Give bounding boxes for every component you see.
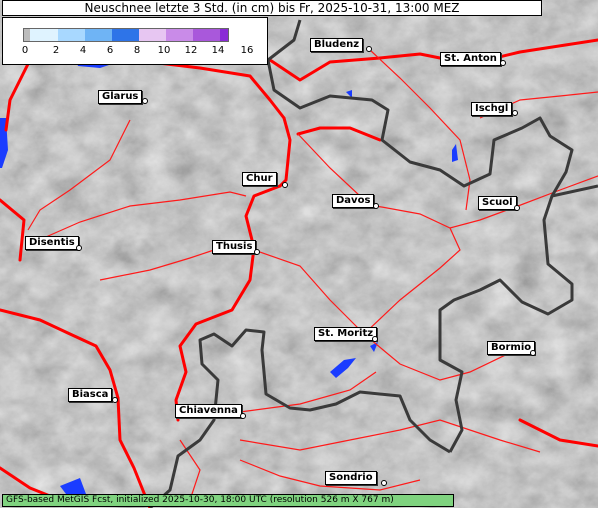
place-label-scuol[interactable]: Scuol	[478, 196, 517, 210]
terrain-relief	[0, 0, 598, 508]
legend-color-bar	[23, 28, 229, 42]
place-label-bormio[interactable]: Bormio	[487, 341, 536, 355]
place-marker-glarus	[142, 98, 148, 104]
legend-swatch-2	[58, 28, 85, 42]
place-label-chur[interactable]: Chur	[242, 172, 277, 186]
legend-swatch-0	[23, 28, 30, 42]
place-marker-scuol	[514, 205, 520, 211]
place-label-st-anton[interactable]: St. Anton	[440, 52, 501, 66]
legend-swatch-3	[85, 28, 112, 42]
legend-tick-10: 10	[157, 45, 171, 56]
snow-legend: 0 2 4 6 8 10 12 14 16	[2, 17, 268, 65]
place-marker-biasca	[112, 397, 118, 403]
legend-swatch-6	[166, 28, 193, 42]
place-marker-st-moritz	[372, 336, 378, 342]
legend-tick-16: 16	[240, 45, 254, 56]
place-label-thusis[interactable]: Thusis	[212, 240, 257, 254]
place-marker-st-anton	[500, 60, 506, 66]
place-marker-chiavenna	[240, 413, 246, 419]
place-marker-bormio	[530, 350, 536, 356]
legend-swatch-5	[139, 28, 166, 42]
legend-tick-12: 12	[184, 45, 198, 56]
legend-tick-14: 14	[211, 45, 225, 56]
legend-swatch-4	[112, 28, 139, 42]
place-marker-davos	[373, 203, 379, 209]
model-info-footer: GFS-based MetGIS Fcst, initialized 2025-…	[2, 494, 454, 507]
place-marker-ischgl	[512, 110, 518, 116]
place-label-glarus[interactable]: Glarus	[98, 90, 143, 104]
legend-tick-6: 6	[106, 45, 114, 56]
place-label-chiavenna[interactable]: Chiavenna	[175, 404, 242, 418]
legend-tick-4: 4	[79, 45, 87, 56]
place-label-st-moritz[interactable]: St. Moritz	[314, 327, 378, 341]
place-marker-bludenz	[366, 46, 372, 52]
legend-tick-labels: 0 2 4 6 8 10 12 14 16	[3, 45, 269, 59]
legend-tick-0: 0	[21, 45, 29, 56]
place-label-bludenz[interactable]: Bludenz	[310, 38, 364, 52]
place-marker-disentis	[76, 245, 82, 251]
legend-swatch-8	[220, 28, 229, 42]
legend-swatch-1	[30, 28, 58, 42]
place-label-ischgl[interactable]: Ischgl	[471, 102, 513, 116]
place-marker-sondrio	[381, 480, 387, 486]
place-label-davos[interactable]: Davos	[332, 194, 375, 208]
place-marker-thusis	[254, 249, 260, 255]
map-title: Neuschnee letzte 3 Std. (in cm) bis Fr, …	[2, 0, 542, 16]
legend-swatch-7	[193, 28, 220, 42]
terrain-layer	[0, 0, 598, 508]
place-label-sondrio[interactable]: Sondrio	[325, 471, 377, 485]
place-marker-chur	[282, 182, 288, 188]
forecast-map: Neuschnee letzte 3 Std. (in cm) bis Fr, …	[0, 0, 598, 508]
place-label-disentis[interactable]: Disentis	[25, 236, 79, 250]
place-label-biasca[interactable]: Biasca	[68, 388, 113, 402]
legend-tick-2: 2	[52, 45, 60, 56]
legend-tick-8: 8	[133, 45, 141, 56]
